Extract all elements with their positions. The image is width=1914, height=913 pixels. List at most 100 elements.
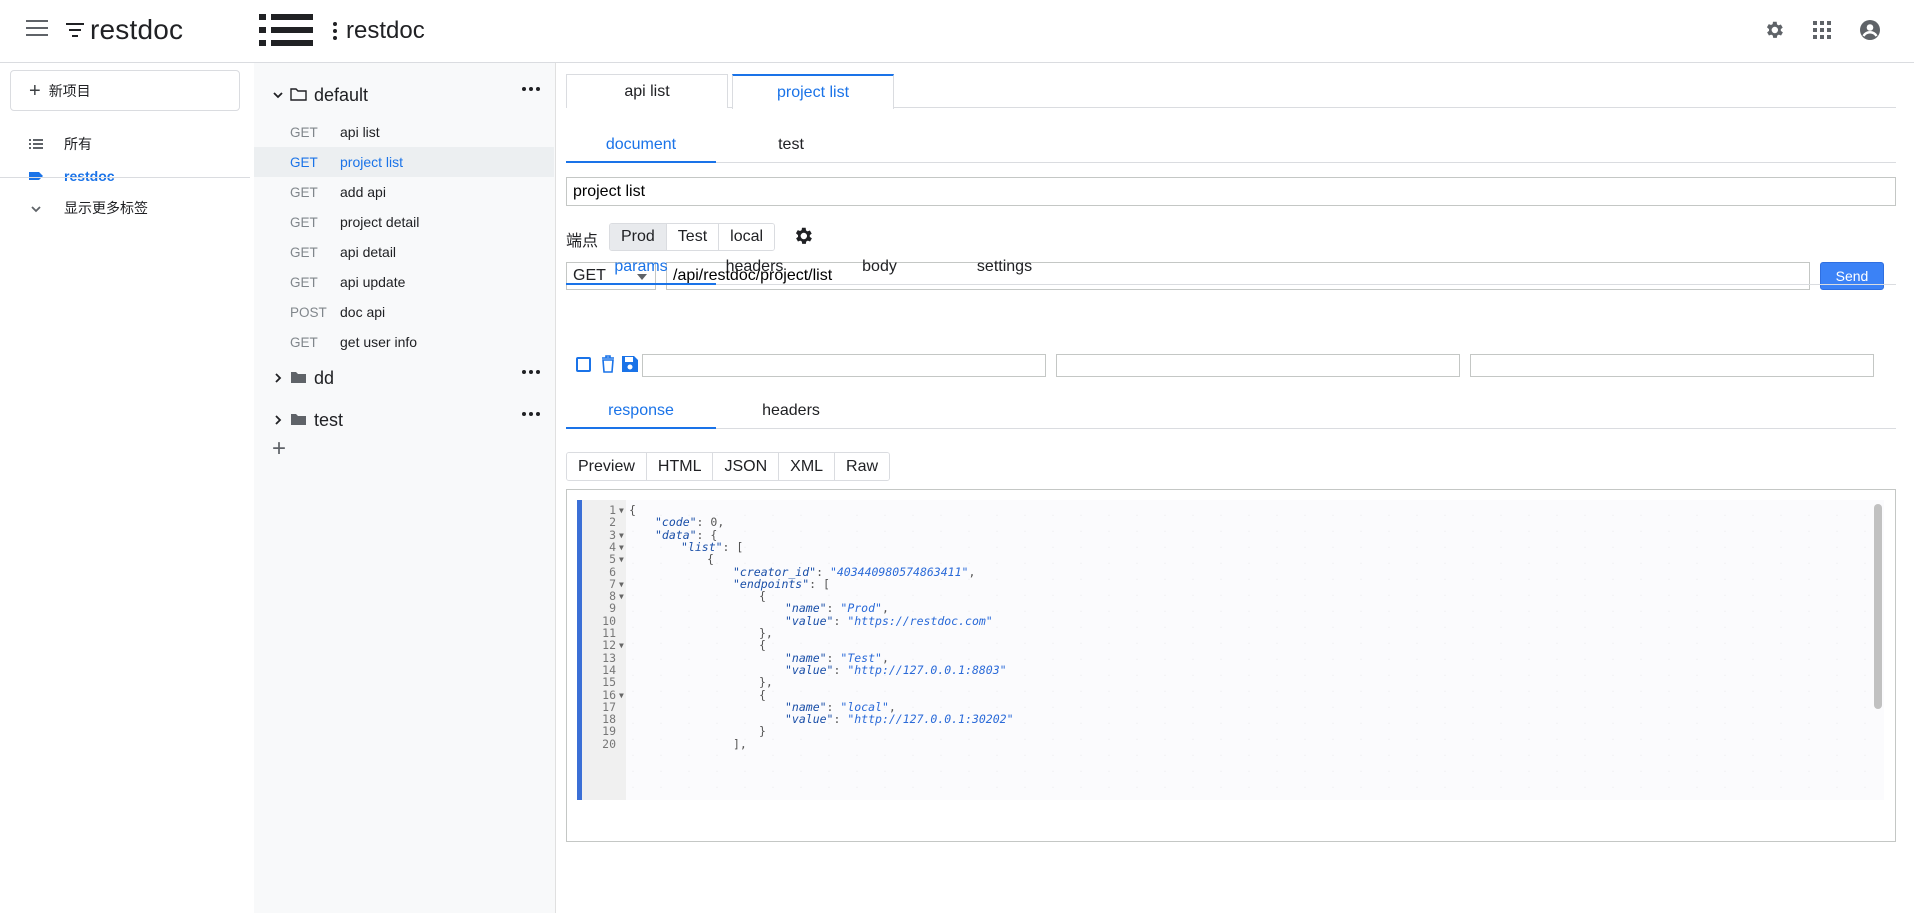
tab-document[interactable]: document [566,135,716,163]
tab-settings[interactable]: settings [942,257,1067,285]
format-json-button[interactable]: JSON [713,453,780,480]
sidebar-item-restdoc[interactable]: restdoc [0,161,250,191]
folder-test[interactable]: test [254,402,554,438]
tab-api-list[interactable]: api list [566,74,728,108]
api-method: GET [290,124,318,140]
sidebar-item-all[interactable]: 所有 [0,129,250,159]
request-tabs: params headers body settings [566,257,1896,285]
api-method: GET [290,274,318,290]
api-method: GET [290,244,318,260]
view-list-icon[interactable] [259,14,313,46]
endpoint-selector: Prod Test local [609,223,776,251]
api-item-selected[interactable]: GET project list [254,147,554,177]
editor-scrollbar[interactable] [1874,504,1882,709]
tab-response-headers[interactable]: headers [716,401,866,429]
param-description-input[interactable] [1470,354,1874,377]
api-name: api list [340,124,380,140]
tab-headers[interactable]: headers [692,257,817,285]
sidebar-item-show-more[interactable]: 显示更多标签 [0,193,250,223]
endpoint-local-button[interactable]: local [719,224,775,250]
trash-icon[interactable] [600,355,616,373]
response-viewer: 1 ▼{2 "code": 0, 3 ▼ "data": {4 ▼ "list": [5 ▼{6… [566,489,1896,842]
save-icon[interactable] [621,355,639,373]
document-test-tabs: document test [566,135,1896,163]
apps-grid-icon[interactable] [1808,16,1836,44]
label-icon [29,172,43,180]
line-number: 20 [602,736,616,751]
format-raw-button[interactable]: Raw [835,453,890,480]
sidebar-divider [0,177,250,178]
code-text: ], [733,737,747,752]
api-name: get user info [340,334,418,350]
more-horiz-icon[interactable] [522,370,540,374]
api-item[interactable]: GET api list [254,117,554,147]
folder-icon [291,372,306,383]
sidebar-item-label: 显示更多标签 [64,200,148,216]
json-punct: ], [733,736,747,751]
folder-dd[interactable]: dd [254,360,554,396]
format-html-button[interactable]: HTML [646,453,714,480]
top-bar: restdoc restdoc [0,0,1914,63]
api-name-input[interactable] [566,177,1896,206]
more-horiz-icon[interactable] [522,412,540,416]
sidebar-item-label: restdoc [64,168,115,184]
endpoint-prod-button[interactable]: Prod [610,224,667,250]
tab-response[interactable]: response [566,401,716,429]
new-project-button[interactable]: + 新项目 [10,70,240,111]
add-folder-plus-icon[interactable]: + [272,435,286,463]
format-preview-button[interactable]: Preview [567,453,647,480]
brand-text: restdoc [90,14,184,45]
tab-project-list[interactable]: project list [732,74,894,109]
format-xml-button[interactable]: XML [779,453,836,480]
more-horiz-icon[interactable] [522,87,540,91]
code-line: 20], [577,737,1827,752]
param-checkbox[interactable] [576,357,591,372]
endpoint-settings-gear-icon[interactable] [792,225,814,247]
chevron-right-icon[interactable] [272,414,284,426]
folder-open-icon [290,88,307,101]
folder-default[interactable]: default [254,77,554,113]
main-panel: api list project list document test 端点 P… [556,63,1914,913]
folder-icon [291,414,306,425]
tab-body[interactable]: body [817,257,942,285]
api-name: project detail [340,214,420,230]
left-sidebar: + 新项目 所有 restdoc 显示更多标签 [0,63,254,913]
filter-list-icon [66,20,86,40]
api-method: GET [290,184,318,200]
new-project-label: 新项目 [48,82,91,99]
api-tab-bar: api list project list [566,74,1896,109]
chevron-right-icon[interactable] [272,372,284,384]
folder-name: default [314,84,369,105]
endpoint-label: 端点 [566,233,599,250]
api-method: POST [290,304,327,320]
settings-gear-icon[interactable] [1760,16,1788,44]
api-item[interactable]: GET project detail [254,207,554,237]
api-item[interactable]: GET add api [254,177,554,207]
param-value-input[interactable] [1056,354,1460,377]
api-tree: default GET api list GET project list GE… [254,63,556,913]
api-name: project list [340,154,404,170]
api-item[interactable]: POST doc api [254,297,554,327]
endpoint-test-button[interactable]: Test [666,224,720,250]
format-selector: Preview HTML JSON XML Raw [566,452,891,481]
account-circle-icon[interactable] [1856,16,1884,44]
response-tabs: response headers [566,401,1896,429]
api-item[interactable]: GET get user info [254,327,554,357]
chevron-down-icon[interactable] [272,89,284,101]
api-method: GET [290,154,318,170]
folder-name: dd [314,367,335,388]
api-item[interactable]: GET api update [254,267,554,297]
more-vert-icon[interactable] [333,22,337,40]
brand[interactable]: restdoc [66,14,183,46]
code-editor[interactable]: 1 ▼{2 "code": 0, 3 ▼ "data": {4 ▼ "list": [5 ▼{6… [577,500,1884,800]
plus-icon: + [29,79,41,102]
project-title: restdoc [346,17,425,44]
api-item[interactable]: GET api detail [254,237,554,267]
param-key-input[interactable] [642,354,1046,377]
tab-test[interactable]: test [716,135,866,163]
api-name: doc api [340,304,386,320]
api-method: GET [290,214,318,230]
folder-name: test [314,409,344,430]
hamburger-menu-icon[interactable] [26,20,48,38]
list-icon [29,139,43,149]
